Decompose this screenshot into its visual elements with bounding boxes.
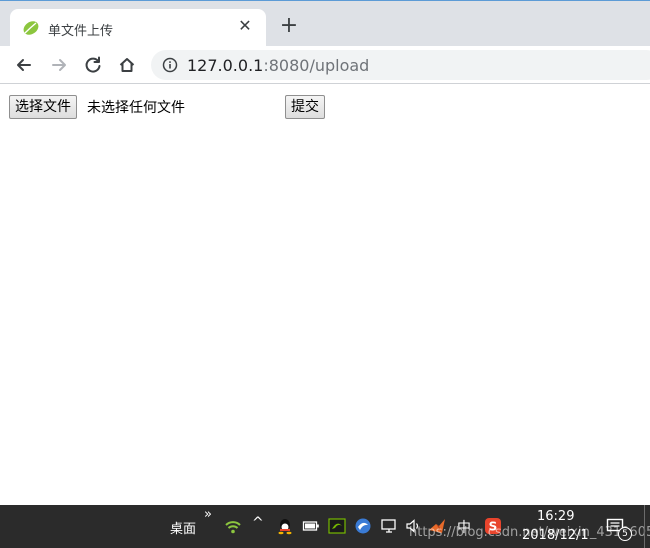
nvidia-icon[interactable]: [328, 517, 346, 535]
qq-icon[interactable]: [276, 517, 294, 535]
browser-tab[interactable]: 单文件上传 ✕: [10, 9, 266, 47]
tab-strip: 单文件上传 ✕ +: [0, 0, 650, 47]
tab-title: 单文件上传: [48, 24, 114, 39]
address-bar[interactable]: 127.0.0.1:8080/upload: [151, 50, 650, 80]
reload-icon[interactable]: [83, 55, 103, 75]
url-host: 127.0.0.1: [187, 56, 264, 75]
forward-arrow-icon[interactable]: [49, 55, 69, 75]
desktop-toolbar-label[interactable]: 桌面: [170, 518, 196, 537]
choose-file-button[interactable]: 选择文件: [9, 95, 77, 119]
url-path: :8080/upload: [263, 56, 370, 75]
toolbar-overflow-icon[interactable]: »: [204, 507, 212, 522]
info-icon[interactable]: [162, 57, 178, 73]
battery-icon[interactable]: [302, 517, 320, 535]
show-desktop-divider[interactable]: [644, 505, 645, 548]
clock-time[interactable]: 16:29: [537, 509, 574, 524]
windows-taskbar: 桌面 » ^ 中 S https://blog.csdn.net/weixin_…: [0, 505, 650, 548]
back-arrow-icon[interactable]: [14, 55, 34, 75]
tray-chevron-icon[interactable]: ^: [252, 515, 264, 531]
file-status-text: 未选择任何文件: [87, 100, 185, 116]
network-monitor-icon[interactable]: [380, 517, 398, 535]
security-shield-icon[interactable]: [354, 517, 372, 535]
submit-button[interactable]: 提交: [285, 95, 325, 119]
clock-date[interactable]: 2018/12/1: [522, 528, 589, 543]
page-content: 选择文件 未选择任何文件 提交: [0, 85, 650, 505]
home-icon[interactable]: [117, 55, 137, 75]
new-tab-button[interactable]: +: [278, 15, 300, 37]
wifi-icon[interactable]: [224, 517, 242, 535]
browser-toolbar: 127.0.0.1:8080/upload: [0, 46, 650, 84]
url-text: 127.0.0.1:8080/upload: [187, 56, 369, 75]
notification-count-badge: 5: [618, 527, 632, 541]
tab-close-icon[interactable]: ✕: [236, 17, 254, 35]
spring-leaf-icon: [22, 19, 40, 37]
